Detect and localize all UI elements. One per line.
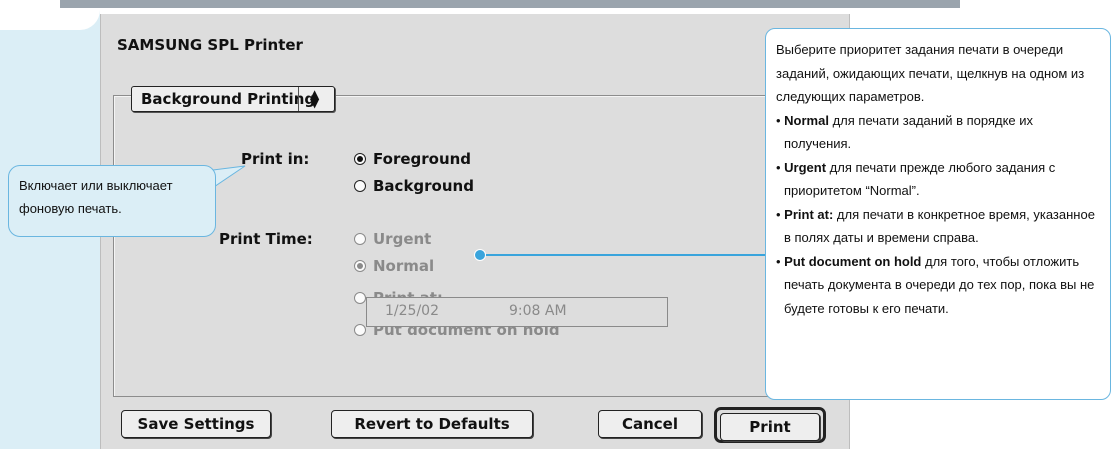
callout-print-time: Выберите приоритет задания печати в очер… xyxy=(765,28,1111,400)
background-printing-popup[interactable]: Background Printing ▲ ▼ xyxy=(131,86,335,112)
radio-urgent[interactable]: Urgent xyxy=(354,230,431,248)
radio-normal[interactable]: Normal xyxy=(354,257,434,275)
callout-bullet-hold: • Put document on hold для того, чтобы о… xyxy=(776,253,1095,316)
popup-divider xyxy=(298,87,299,111)
radio-background[interactable]: Background xyxy=(354,177,474,195)
callout-bullet-normal: • Normal для печати заданий в порядке их… xyxy=(776,112,1034,152)
radio-foreground[interactable]: Foreground xyxy=(354,150,471,168)
page-top-bar xyxy=(60,0,960,8)
bullet-term: Print at: xyxy=(784,206,834,222)
print-at-time[interactable]: 9:08 AM xyxy=(509,303,567,319)
radio-button-icon xyxy=(354,324,366,336)
radio-button-icon xyxy=(354,180,366,192)
bullet-term: Put document on hold xyxy=(784,253,922,269)
callout-bullet-print-at: • Print at: для печати в конкретное врем… xyxy=(776,206,1095,246)
callout-left-line-2: фоновую печать. xyxy=(19,201,122,216)
dialog-title: SAMSUNG SPL Printer xyxy=(117,36,303,54)
print-in-label: Print in: xyxy=(241,150,310,168)
cancel-button[interactable]: Cancel xyxy=(598,410,702,438)
callout-connector-dot xyxy=(474,249,486,261)
radio-button-icon xyxy=(354,260,366,272)
popup-label: Background Printing xyxy=(141,90,316,108)
print-button[interactable]: Print xyxy=(720,413,820,441)
revert-to-defaults-button[interactable]: Revert to Defaults xyxy=(331,410,533,438)
callout-bullet-urgent: • Urgent для печати прежде любого задани… xyxy=(776,159,1056,199)
bullet-term: Normal xyxy=(784,112,829,128)
radio-button-icon xyxy=(354,233,366,245)
callout-background-printing: Включает или выключает фоновую печать. xyxy=(8,165,216,237)
popup-arrows-icon: ▲ ▼ xyxy=(310,87,320,110)
callout-intro: Выберите приоритет задания печати в очер… xyxy=(776,42,1085,104)
radio-label: Normal xyxy=(373,257,435,275)
radio-label: Urgent xyxy=(373,230,432,248)
print-at-datetime-field[interactable]: 1/25/02 9:08 AM xyxy=(366,297,668,327)
callout-connector-line xyxy=(480,254,765,256)
print-time-label: Print Time: xyxy=(219,230,313,248)
save-settings-button[interactable]: Save Settings xyxy=(121,410,271,438)
options-group-box xyxy=(113,95,794,397)
radio-label: Background xyxy=(373,177,474,195)
print-at-date[interactable]: 1/25/02 xyxy=(385,303,439,319)
callout-left-line-1: Включает или выключает xyxy=(19,178,173,193)
bullet-term: Urgent xyxy=(784,159,827,175)
radio-label: Foreground xyxy=(373,150,472,168)
radio-button-icon xyxy=(354,153,366,165)
radio-button-icon xyxy=(354,292,366,304)
